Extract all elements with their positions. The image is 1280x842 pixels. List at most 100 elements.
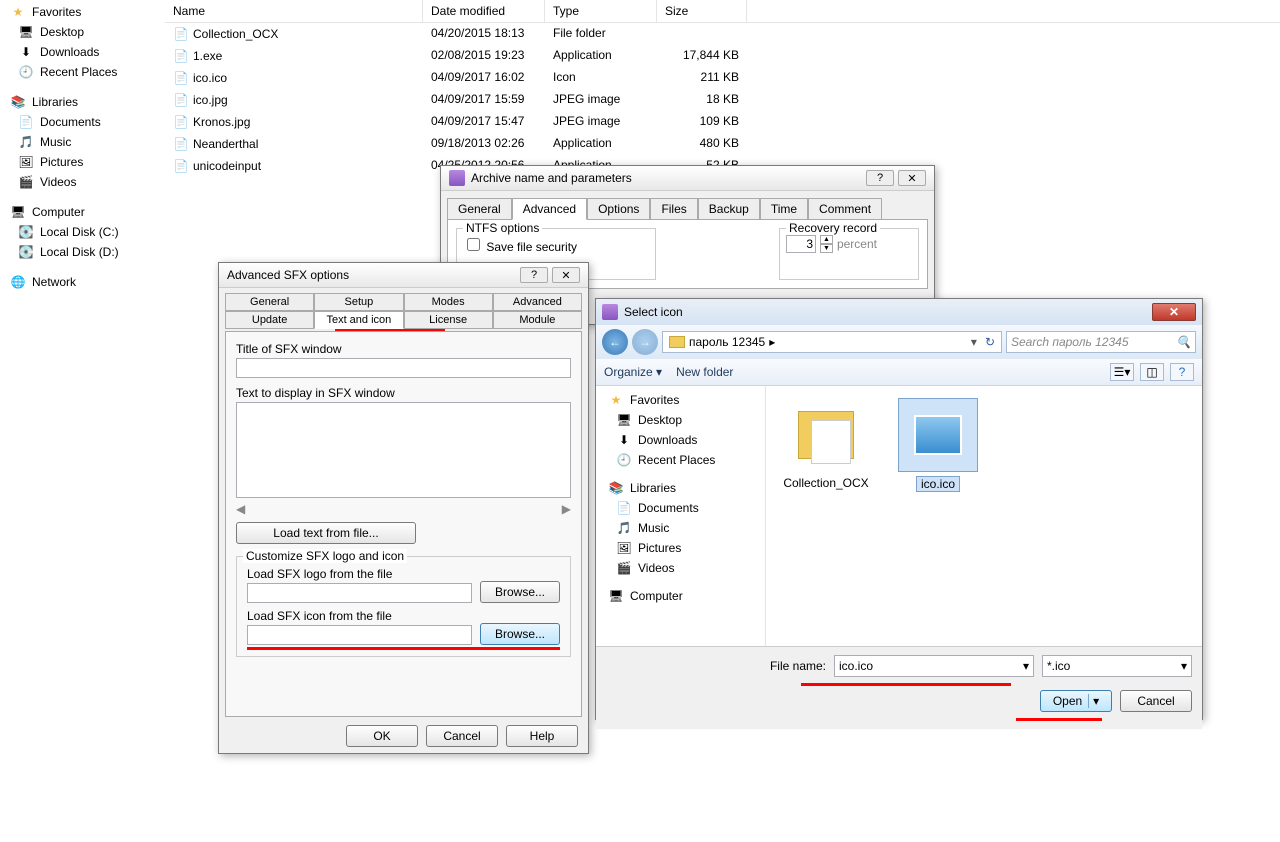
close-button[interactable]: ✕	[1152, 303, 1196, 321]
tab-advanced[interactable]: Advanced	[512, 198, 587, 220]
open-button[interactable]: Open ▾	[1040, 690, 1112, 712]
tab-module[interactable]: Module	[493, 311, 582, 329]
tab-advanced[interactable]: Advanced	[493, 293, 582, 311]
forward-button[interactable]: →	[632, 329, 658, 355]
spinner-up[interactable]: ▲	[820, 235, 833, 244]
file-type: JPEG image	[545, 91, 657, 109]
close-button[interactable]: ✕	[898, 170, 926, 186]
nav-recent[interactable]: 🕘Recent Places	[0, 62, 165, 82]
sel-nav-desktop[interactable]: 🖥Desktop	[598, 410, 763, 430]
sfx-title-input[interactable]	[236, 358, 571, 378]
col-size-header[interactable]: Size	[657, 0, 747, 22]
file-row[interactable]: 📄Kronos.jpg04/09/2017 15:47JPEG image109…	[165, 111, 1280, 133]
nav-network[interactable]: 🌐Network	[0, 272, 165, 292]
help-button[interactable]: ?	[866, 170, 894, 186]
open-split-icon[interactable]: ▾	[1088, 694, 1099, 708]
search-icon: 🔍	[1176, 335, 1191, 349]
tab-modes[interactable]: Modes	[404, 293, 493, 311]
select-icon-content: Collection_OCXico.ico	[766, 386, 1202, 646]
nav-favorites[interactable]: ★ Favorites	[0, 2, 165, 22]
recovery-input[interactable]	[786, 235, 816, 253]
nav-documents[interactable]: 📄Documents	[0, 112, 165, 132]
tab-files[interactable]: Files	[650, 198, 697, 220]
tab-options[interactable]: Options	[587, 198, 650, 220]
sel-nav-computer[interactable]: 🖥Computer	[598, 586, 763, 606]
nav-disk-c[interactable]: 💽Local Disk (C:)	[0, 222, 165, 242]
nav-computer[interactable]: 🖥Computer	[0, 202, 165, 222]
sel-nav-recent[interactable]: 🕘Recent Places	[598, 450, 763, 470]
scroll-left[interactable]: ◀	[236, 502, 245, 516]
tab-license[interactable]: License	[404, 311, 493, 329]
sfx-title-bar: Advanced SFX options ? ✕	[219, 263, 588, 288]
nav-videos[interactable]: 🎬Videos	[0, 172, 165, 192]
logo-browse-button[interactable]: Browse...	[480, 581, 560, 603]
tab-comment[interactable]: Comment	[808, 198, 882, 220]
select-icon-title: Select icon	[624, 305, 683, 319]
scroll-right[interactable]: ▶	[562, 502, 571, 516]
organize-button[interactable]: Organize ▾	[604, 365, 662, 379]
sel-nav-favorites[interactable]: ★Favorites	[598, 390, 763, 410]
nav-pictures[interactable]: 🖼Pictures	[0, 152, 165, 172]
col-name-header[interactable]: Name	[165, 0, 423, 22]
nav-disk-d[interactable]: 💽Local Disk (D:)	[0, 242, 165, 262]
spinner-down[interactable]: ▼	[820, 244, 833, 253]
sel-nav-documents[interactable]: 📄Documents	[598, 498, 763, 518]
dropdown-icon[interactable]: ▾	[971, 335, 977, 349]
filter-combo[interactable]: *.ico ▾	[1042, 655, 1192, 677]
sel-nav-downloads[interactable]: ⬇Downloads	[598, 430, 763, 450]
load-text-button[interactable]: Load text from file...	[236, 522, 416, 544]
pictures-icon: 🖼	[616, 540, 632, 556]
tab-update[interactable]: Update	[225, 311, 314, 329]
nav-desktop[interactable]: 🖥Desktop	[0, 22, 165, 42]
nav-libraries[interactable]: 📚Libraries	[0, 92, 165, 112]
preview-pane-button[interactable]: ◫	[1140, 363, 1164, 381]
sfx-text-area[interactable]	[236, 402, 571, 498]
file-size	[657, 25, 747, 43]
nav-downloads[interactable]: ⬇Downloads	[0, 42, 165, 62]
tab-general[interactable]: General	[225, 293, 314, 311]
tab-time[interactable]: Time	[760, 198, 808, 220]
thumb-item[interactable]: ico.ico	[890, 398, 986, 492]
close-button[interactable]: ✕	[552, 267, 580, 283]
view-mode-button[interactable]: ☰▾	[1110, 363, 1134, 381]
chevron-right-icon: ▸	[769, 335, 775, 349]
file-row[interactable]: 📄Collection_OCX04/20/2015 18:13File fold…	[165, 23, 1280, 45]
tab-setup[interactable]: Setup	[314, 293, 403, 311]
tab-backup[interactable]: Backup	[698, 198, 760, 220]
col-date-header[interactable]: Date modified	[423, 0, 545, 22]
sel-nav-music[interactable]: 🎵Music	[598, 518, 763, 538]
back-button[interactable]: ←	[602, 329, 628, 355]
icon-browse-button[interactable]: Browse...	[480, 623, 560, 645]
filename-combo[interactable]: ico.ico ▾	[834, 655, 1034, 677]
file-row[interactable]: 📄Neanderthal09/18/2013 02:26Application4…	[165, 133, 1280, 155]
file-row[interactable]: 📄ico.ico04/09/2017 16:02Icon211 KB	[165, 67, 1280, 89]
search-input[interactable]: Search пароль 12345 🔍	[1006, 331, 1196, 353]
new-folder-button[interactable]: New folder	[676, 365, 733, 379]
tab-text-and-icon[interactable]: Text and icon	[314, 311, 403, 329]
icon-input[interactable]	[247, 625, 472, 645]
cancel-button[interactable]: Cancel	[1120, 690, 1192, 712]
ntfs-checkbox-row[interactable]: Save file security	[463, 240, 577, 254]
refresh-icon[interactable]: ↻	[985, 335, 995, 349]
thumb-item[interactable]: Collection_OCX	[778, 398, 874, 490]
sel-nav-pictures[interactable]: 🖼Pictures	[598, 538, 763, 558]
recovery-fieldset: Recovery record ▲ ▼ percent	[779, 228, 919, 280]
sel-nav-libraries[interactable]: 📚Libraries	[598, 478, 763, 498]
file-icon: 📄	[173, 26, 189, 42]
ok-button[interactable]: OK	[346, 725, 418, 747]
help-button[interactable]: Help	[506, 725, 578, 747]
address-bar[interactable]: пароль 12345 ▸ ▾ ↻	[662, 331, 1002, 353]
nav-music[interactable]: 🎵Music	[0, 132, 165, 152]
cancel-button[interactable]: Cancel	[426, 725, 498, 747]
file-name: 1.exe	[193, 49, 222, 63]
help-button[interactable]: ?	[520, 267, 548, 283]
file-row[interactable]: 📄1.exe02/08/2015 19:23Application17,844 …	[165, 45, 1280, 67]
downloads-icon: ⬇	[616, 432, 632, 448]
tab-general[interactable]: General	[447, 198, 512, 220]
col-type-header[interactable]: Type	[545, 0, 657, 22]
logo-input[interactable]	[247, 583, 472, 603]
sel-nav-videos[interactable]: 🎬Videos	[598, 558, 763, 578]
help-button[interactable]: ?	[1170, 363, 1194, 381]
file-row[interactable]: 📄ico.jpg04/09/2017 15:59JPEG image18 KB	[165, 89, 1280, 111]
ntfs-checkbox[interactable]	[467, 238, 480, 251]
